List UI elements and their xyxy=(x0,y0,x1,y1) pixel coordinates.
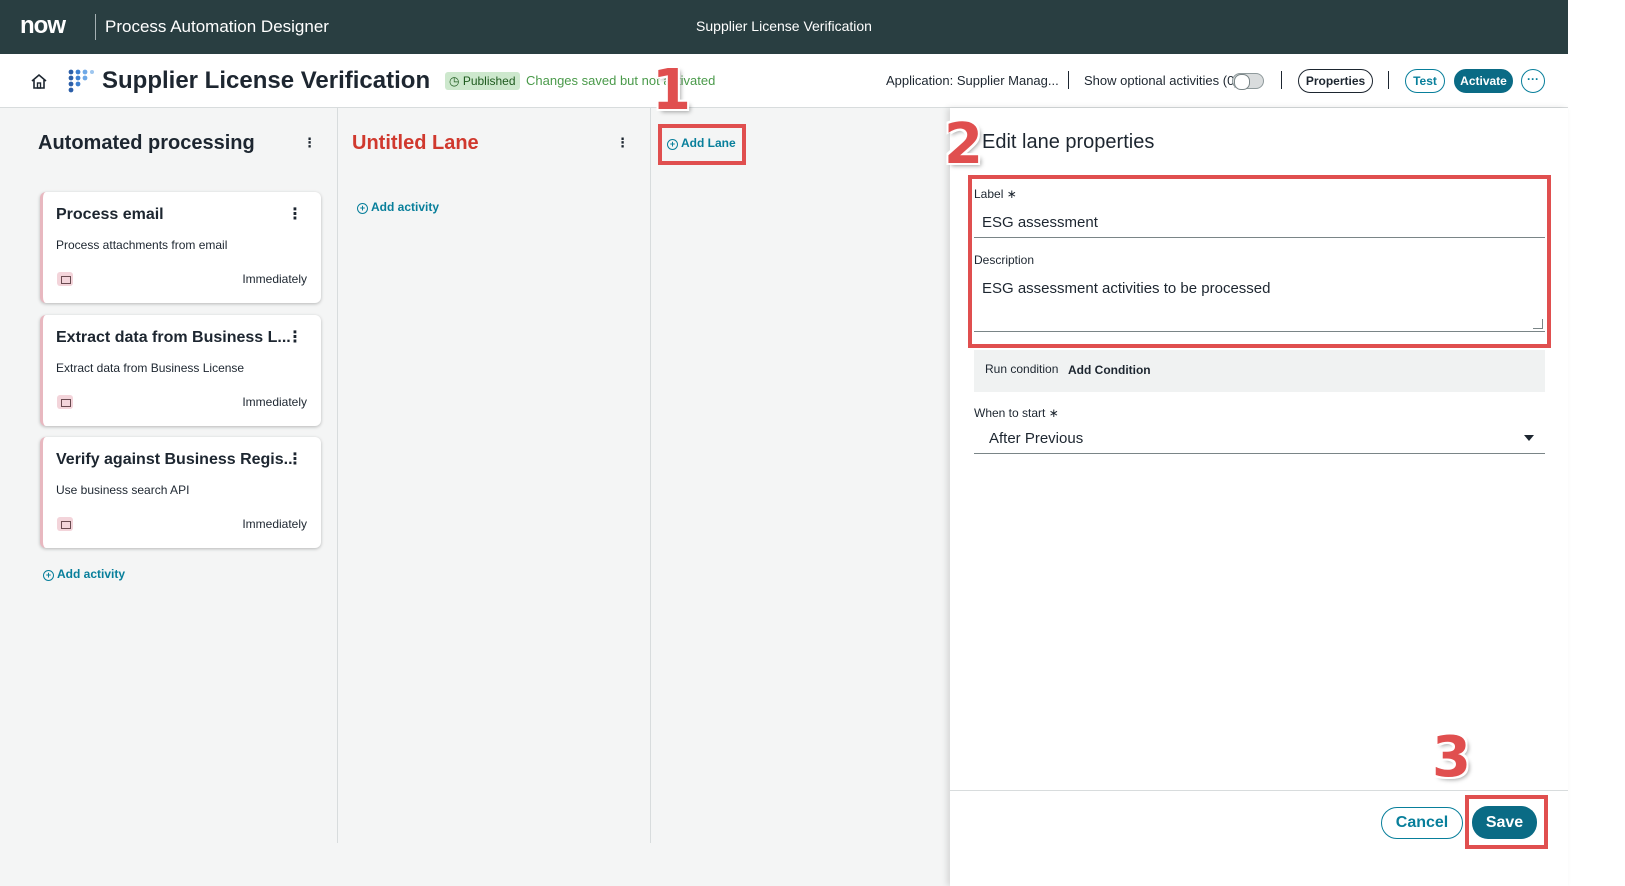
activity-description: Use business search API xyxy=(56,483,190,497)
process-icon xyxy=(68,69,94,93)
highlight-lane-fields xyxy=(968,175,1551,348)
activity-type-icon xyxy=(57,272,73,286)
header-separator xyxy=(1068,71,1069,89)
add-activity-link[interactable]: + Add activity xyxy=(43,567,125,581)
page-title: Supplier License Verification xyxy=(102,67,431,94)
activity-menu-icon[interactable]: ⋮ xyxy=(287,449,303,469)
required-icon: ∗ xyxy=(1048,406,1059,420)
activity-card[interactable]: Verify against Business Regis... ⋮ Use b… xyxy=(40,437,321,548)
run-condition-label: Run condition xyxy=(985,362,1059,376)
step-number-3: 3 xyxy=(1432,725,1471,790)
lane-menu-icon[interactable]: ⋮ xyxy=(616,135,629,151)
chevron-down-icon[interactable] xyxy=(1524,435,1534,441)
right-margin xyxy=(1568,0,1625,886)
activity-title: Process email xyxy=(56,206,164,223)
top-bar: now Process Automation Designer Supplier… xyxy=(0,0,1568,54)
add-activity-label: Add activity xyxy=(371,200,440,214)
panel-title: Edit lane properties xyxy=(982,131,1155,153)
lane-title[interactable]: Untitled Lane xyxy=(352,132,479,155)
lane-menu-icon[interactable]: ⋮ xyxy=(303,135,316,151)
activity-timing: Immediately xyxy=(242,395,307,409)
activity-description: Process attachments from email xyxy=(56,238,228,252)
activity-type-icon xyxy=(57,517,73,531)
activity-menu-icon[interactable]: ⋮ xyxy=(287,204,303,224)
step-number-2: 2 xyxy=(944,112,983,177)
plus-circle-icon: + xyxy=(357,203,368,214)
optional-activities-toggle[interactable] xyxy=(1232,73,1264,90)
activity-timing: Immediately xyxy=(242,517,307,531)
optional-activities-label: Show optional activities (0) xyxy=(1084,73,1239,88)
highlight-add-lane xyxy=(658,124,746,165)
more-options-button[interactable]: ··· xyxy=(1521,69,1545,93)
activity-card[interactable]: Process email ⋮ Process attachments from… xyxy=(40,192,321,303)
header-separator xyxy=(1388,71,1389,89)
when-to-start-select[interactable]: After Previous xyxy=(989,430,1083,447)
select-underline xyxy=(974,453,1545,454)
highlight-save xyxy=(1465,795,1548,849)
window-title: Supplier License Verification xyxy=(696,18,872,34)
activate-button[interactable]: Activate xyxy=(1454,69,1513,93)
header-separator xyxy=(1281,71,1282,89)
activity-description: Extract data from Business License xyxy=(56,361,245,375)
lane-untitled xyxy=(338,108,651,843)
activity-menu-icon[interactable]: ⋮ xyxy=(287,327,303,347)
when-to-start-text: When to start xyxy=(974,406,1046,420)
activity-timing: Immediately xyxy=(242,272,307,286)
add-condition-button[interactable]: Add Condition xyxy=(1068,363,1151,377)
add-activity-label: Add activity xyxy=(57,567,126,581)
lane-title[interactable]: Automated processing xyxy=(38,132,255,155)
status-badge: ◷ Published xyxy=(445,72,520,90)
activity-card[interactable]: Extract data from Business L... ⋮ Extrac… xyxy=(40,315,321,426)
step-number-1: 1 xyxy=(652,58,691,123)
cancel-button[interactable]: Cancel xyxy=(1381,807,1463,839)
activity-title: Extract data from Business L... xyxy=(56,329,291,346)
activity-title: Verify against Business Regis... xyxy=(56,451,297,468)
panel-footer-divider xyxy=(950,790,1568,791)
activity-type-icon xyxy=(57,395,73,409)
application-label[interactable]: Application: Supplier Manag... xyxy=(886,73,1059,88)
run-condition-box xyxy=(974,350,1545,392)
add-activity-link[interactable]: + Add activity xyxy=(357,200,439,214)
home-icon[interactable] xyxy=(30,73,48,91)
status-badge-label: Published xyxy=(462,74,516,88)
plus-circle-icon: + xyxy=(43,570,54,581)
when-to-start-label: When to start ∗ xyxy=(974,406,1059,420)
properties-button[interactable]: Properties xyxy=(1298,69,1373,93)
test-button[interactable]: Test xyxy=(1405,69,1445,93)
